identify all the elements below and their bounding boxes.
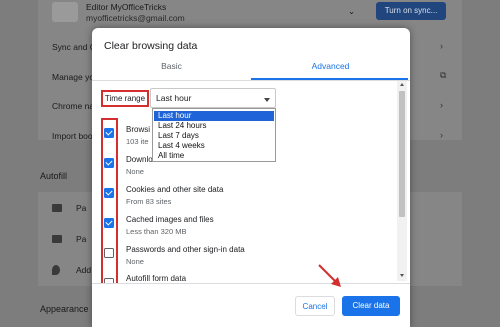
scroll-down-icon[interactable]: [400, 274, 404, 277]
autofill-heading: Autofill: [40, 171, 68, 181]
scroll-up-icon[interactable]: [400, 83, 404, 86]
location-pin-icon: [52, 265, 60, 275]
cached-images-title: Cached images and files: [126, 215, 214, 224]
tab-basic[interactable]: Basic: [92, 61, 251, 79]
checkbox-passwords[interactable]: [104, 248, 114, 258]
content-scrollbar[interactable]: [397, 81, 407, 281]
browsing-history-subtitle: 103 ite: [126, 137, 149, 146]
turn-on-sync-button[interactable]: Turn on sync...: [376, 2, 446, 20]
download-history-title: Downlo: [126, 155, 153, 164]
manage-account-row[interactable]: Manage yo: [52, 72, 94, 82]
checkbox-cached-images[interactable]: [104, 218, 114, 228]
option-last-7-days[interactable]: Last 7 days: [154, 131, 274, 141]
footer-divider: [92, 283, 410, 284]
autofill-title: Autofill form data: [126, 274, 187, 283]
option-all-time[interactable]: All time: [154, 151, 274, 161]
credit-card-icon: [52, 235, 62, 243]
chevron-down-icon: ⌄: [348, 6, 356, 16]
payment-methods-row[interactable]: Pa: [76, 234, 86, 244]
open-external-icon: ⧉: [440, 70, 447, 80]
time-range-dropdown: Last hour Last 24 hours Last 7 days Last…: [152, 108, 276, 162]
checkbox-cookies[interactable]: [104, 188, 114, 198]
key-icon: [52, 204, 62, 212]
time-range-label: Time range: [101, 90, 149, 107]
chevron-right-icon: ›: [440, 100, 443, 110]
account-email: myofficetricks@gmail.com: [86, 13, 185, 23]
cookies-title: Cookies and other site data: [126, 185, 224, 194]
dialog-content: Time range Last hour Last hour Last 24 h…: [92, 81, 410, 283]
browsing-history-title: Browsi: [126, 125, 151, 134]
clear-browsing-data-dialog: Clear browsing data Basic Advanced Time …: [92, 28, 410, 327]
scroll-thumb[interactable]: [399, 91, 405, 217]
checkbox-download-history[interactable]: [104, 158, 114, 168]
chevron-right-icon: ›: [440, 130, 443, 140]
sync-services-row[interactable]: Sync and G: [52, 42, 96, 52]
avatar: [52, 2, 78, 22]
account-name: Editor MyOfficeTricks: [86, 2, 167, 12]
checkbox-highlight-frame: [101, 118, 118, 283]
import-bookmarks-row[interactable]: Import boo: [52, 131, 93, 141]
time-range-value: Last hour: [156, 93, 192, 103]
annotation-arrow-icon: [318, 264, 341, 287]
clear-data-button[interactable]: Clear data: [342, 296, 400, 316]
cancel-button[interactable]: Cancel: [295, 296, 335, 316]
addresses-row[interactable]: Add: [76, 265, 91, 275]
download-history-subtitle: None: [126, 167, 144, 176]
time-range-select[interactable]: Last hour: [150, 88, 276, 108]
passwords-row[interactable]: Pa: [76, 203, 86, 213]
option-last-24-hours[interactable]: Last 24 hours: [154, 121, 274, 131]
option-last-hour[interactable]: Last hour: [154, 111, 274, 121]
appearance-heading: Appearance: [40, 304, 89, 314]
passwords-subtitle: None: [126, 257, 144, 266]
cached-images-subtitle: Less than 320 MB: [126, 227, 187, 236]
option-last-4-weeks[interactable]: Last 4 weeks: [154, 141, 274, 151]
tab-advanced[interactable]: Advanced: [251, 61, 410, 79]
dialog-title: Clear browsing data: [104, 40, 198, 52]
caret-down-icon: [264, 98, 270, 102]
passwords-title: Passwords and other sign-in data: [126, 245, 245, 254]
checkbox-browsing-history[interactable]: [104, 128, 114, 138]
cookies-subtitle: From 83 sites: [126, 197, 172, 206]
chrome-name-row[interactable]: Chrome na: [52, 101, 94, 111]
chevron-right-icon: ›: [440, 41, 443, 51]
